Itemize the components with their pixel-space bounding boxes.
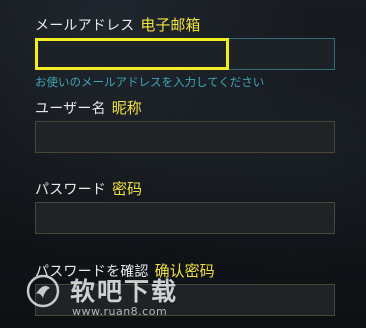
confirm-password-label: パスワードを確認 bbox=[35, 264, 149, 280]
email-highlight-box bbox=[35, 38, 229, 70]
username-label-row: ユーザー名 昵称 bbox=[35, 97, 142, 118]
password-annotation: 密码 bbox=[112, 180, 143, 198]
email-hint: お使いのメールアドレスを入力してください bbox=[35, 75, 265, 89]
confirm-password-label-row: パスワードを確認 确认密码 bbox=[35, 260, 215, 281]
email-annotation: 电子邮箱 bbox=[140, 16, 201, 34]
confirm-password-annotation: 确认密码 bbox=[154, 262, 215, 280]
password-field[interactable] bbox=[35, 202, 335, 234]
username-annotation: 昵称 bbox=[111, 99, 142, 117]
confirm-password-field[interactable] bbox=[35, 284, 335, 316]
signup-form: メールアドレス 电子邮箱 お使いのメールアドレスを入力してください ユーザー名 … bbox=[0, 0, 366, 328]
email-label: メールアドレス bbox=[35, 18, 135, 34]
username-field[interactable] bbox=[35, 121, 335, 153]
email-field[interactable] bbox=[35, 38, 335, 70]
password-label: パスワード bbox=[35, 182, 106, 198]
username-label: ユーザー名 bbox=[35, 101, 106, 117]
password-label-row: パスワード 密码 bbox=[35, 178, 142, 199]
email-label-row: メールアドレス 电子邮箱 bbox=[35, 14, 200, 35]
